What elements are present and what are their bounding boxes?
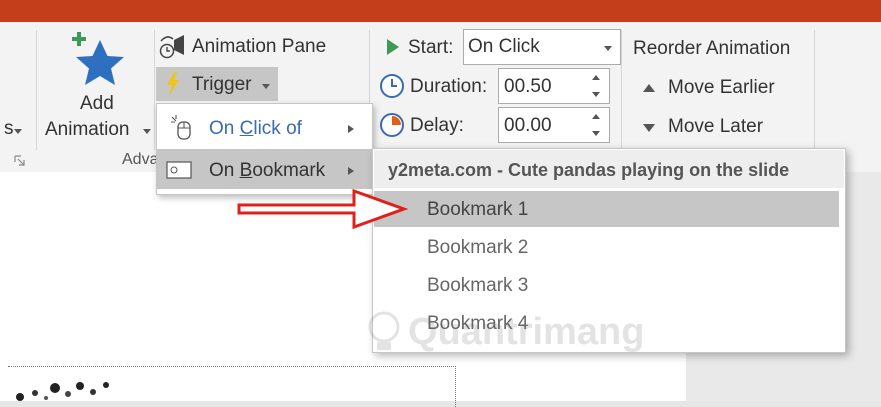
move-later-button[interactable]: Move Later bbox=[636, 113, 806, 141]
bookmark-item-2[interactable]: Bookmark 2 bbox=[374, 229, 844, 265]
move-earlier-button[interactable]: Move Earlier bbox=[636, 74, 806, 102]
add-animation-label-line2: Animation bbox=[45, 119, 130, 140]
bookmark-item-3[interactable]: Bookmark 3 bbox=[374, 267, 844, 303]
duration-spinner[interactable]: 00.50 bbox=[498, 68, 610, 104]
group-label-advanced: Adva bbox=[122, 151, 159, 168]
on-click-of-label: On Click of bbox=[209, 118, 302, 139]
delay-value: 00.00 bbox=[504, 115, 552, 136]
chevron-right-icon bbox=[348, 125, 354, 133]
title-bar bbox=[0, 0, 881, 22]
up-triangle-icon bbox=[643, 84, 655, 92]
red-arrow-icon bbox=[237, 188, 409, 230]
group-separator bbox=[814, 30, 815, 150]
reorder-animation-title: Reorder Animation bbox=[633, 38, 791, 59]
add-animation-star-icon bbox=[72, 32, 124, 85]
submenu-header-title: y2meta.com - Cute pandas playing on the … bbox=[388, 160, 790, 180]
group-separator bbox=[621, 30, 622, 150]
delay-label: Delay: bbox=[410, 115, 464, 136]
animation-pane-icon bbox=[159, 35, 184, 59]
animation-pane-button[interactable]: Animation Pane bbox=[156, 32, 346, 60]
group-separator bbox=[36, 30, 37, 150]
spinner-arrows-icon[interactable] bbox=[591, 113, 601, 137]
chevron-down-icon bbox=[262, 84, 270, 89]
panda-image-fragment bbox=[16, 382, 109, 401]
trigger-label: Trigger bbox=[192, 74, 252, 95]
dialog-launcher-icon[interactable] bbox=[14, 155, 26, 167]
play-icon bbox=[387, 39, 399, 55]
delay-icon bbox=[380, 113, 404, 137]
down-triangle-icon bbox=[643, 124, 655, 132]
move-later-label: Move Later bbox=[668, 116, 764, 137]
group-separator bbox=[154, 30, 155, 150]
delay-spinner[interactable]: 00.00 bbox=[498, 107, 610, 143]
lightbulb-icon bbox=[368, 311, 400, 350]
spinner-arrows-icon[interactable] bbox=[591, 74, 601, 98]
bookmark-icon bbox=[166, 161, 192, 179]
duration-value: 00.50 bbox=[504, 76, 552, 97]
chevron-right-icon bbox=[348, 167, 354, 175]
animation-pane-label: Animation Pane bbox=[192, 36, 327, 57]
trigger-button[interactable]: Trigger bbox=[156, 67, 278, 101]
start-label: Start: bbox=[408, 37, 454, 58]
add-animation-label-line1: Add bbox=[80, 93, 114, 114]
clock-icon bbox=[380, 74, 404, 98]
menu-item-on-click-of[interactable]: On Click of bbox=[157, 107, 372, 147]
trigger-menu: On Click of On Bookmark bbox=[156, 103, 373, 195]
start-dropdown[interactable]: On Click bbox=[463, 29, 621, 65]
watermark: Quantrimang bbox=[364, 305, 664, 371]
add-animation-button[interactable]: Add Animation bbox=[40, 30, 154, 148]
duration-label: Duration: bbox=[410, 76, 488, 97]
chevron-down-icon bbox=[143, 129, 151, 134]
menu-item-on-bookmark[interactable]: On Bookmark bbox=[157, 149, 372, 189]
submenu-header: y2meta.com - Cute pandas playing on the … bbox=[374, 150, 844, 188]
watermark-text: Quantrimang bbox=[408, 311, 645, 353]
mouse-click-icon bbox=[171, 115, 191, 140]
clipped-group-label: s bbox=[4, 118, 14, 139]
start-value: On Click bbox=[468, 36, 540, 57]
bookmark-item-1[interactable]: Bookmark 1 bbox=[374, 191, 839, 227]
chevron-down-icon bbox=[604, 46, 612, 51]
chevron-down-icon bbox=[14, 129, 22, 134]
move-earlier-label: Move Earlier bbox=[668, 77, 775, 98]
trigger-icon bbox=[167, 72, 179, 96]
on-bookmark-label: On Bookmark bbox=[209, 160, 326, 181]
